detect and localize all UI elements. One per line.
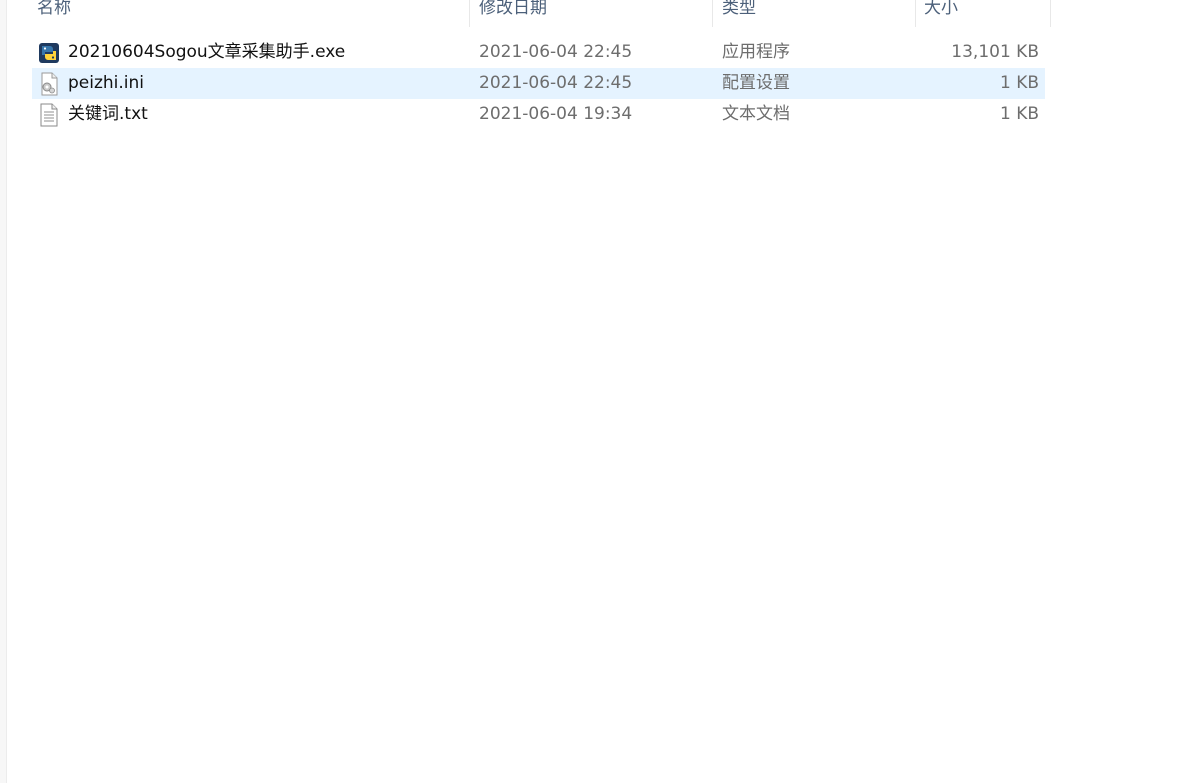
column-header-size[interactable]: 大小 xyxy=(917,0,1050,26)
column-divider[interactable] xyxy=(1050,0,1051,27)
file-date: 2021-06-04 22:45 xyxy=(479,73,633,93)
file-name: 20210604Sogou文章采集助手.exe xyxy=(68,42,346,62)
column-divider[interactable] xyxy=(915,0,916,27)
file-type: 文本文档 xyxy=(722,104,790,124)
column-header-bar: 名称 修改日期 类型 大小 xyxy=(0,0,1188,28)
column-divider[interactable] xyxy=(469,0,470,27)
column-divider[interactable] xyxy=(712,0,713,27)
column-header-type[interactable]: 类型 xyxy=(715,0,915,26)
file-row-exe[interactable]: 20210604Sogou文章采集助手.exe 2021-06-04 22:45… xyxy=(32,37,1045,68)
column-header-date[interactable]: 修改日期 xyxy=(472,0,712,26)
file-name: 关键词.txt xyxy=(68,104,148,124)
config-file-icon xyxy=(38,72,60,96)
text-file-icon xyxy=(38,103,60,127)
file-size: 1 KB xyxy=(999,104,1039,124)
file-type: 应用程序 xyxy=(722,42,790,62)
column-header-name[interactable]: 名称 xyxy=(30,0,469,26)
file-size: 1 KB xyxy=(999,73,1039,93)
python-exe-icon xyxy=(38,41,60,65)
file-date: 2021-06-04 19:34 xyxy=(479,104,633,124)
file-list: 20210604Sogou文章采集助手.exe 2021-06-04 22:45… xyxy=(32,37,1045,130)
file-row-ini[interactable]: peizhi.ini 2021-06-04 22:45 配置设置 1 KB xyxy=(32,68,1045,99)
file-row-txt[interactable]: 关键词.txt 2021-06-04 19:34 文本文档 1 KB xyxy=(32,99,1045,130)
navigation-pane-edge xyxy=(0,0,7,783)
file-explorer-window: 名称 修改日期 类型 大小 20210604Sogou文章采集助手.exe 20… xyxy=(0,0,1188,783)
file-size: 13,101 KB xyxy=(951,42,1039,62)
file-date: 2021-06-04 22:45 xyxy=(479,42,633,62)
file-name: peizhi.ini xyxy=(68,73,145,93)
file-type: 配置设置 xyxy=(722,73,790,93)
